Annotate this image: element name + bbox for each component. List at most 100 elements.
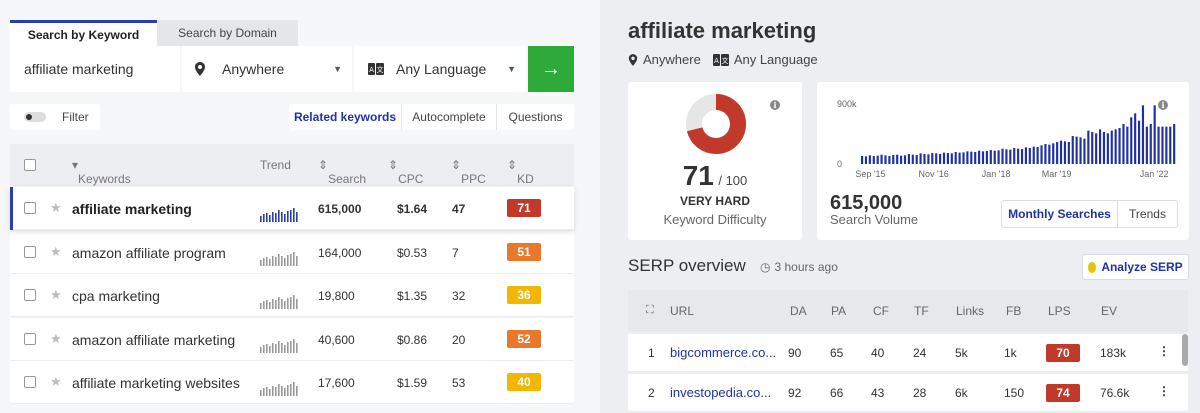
trend-bar	[266, 343, 268, 353]
volume-bar	[1161, 126, 1164, 164]
serp-url-link[interactable]: bigcommerce.co...	[670, 345, 776, 360]
keyword-search-input[interactable]: affiliate marketing	[10, 46, 180, 92]
serp-row[interactable]: 2 investopedia.co... 92 66 43 28 6k 150 74 76.6k ⋮	[628, 374, 1188, 412]
serp-pa: 65	[830, 346, 844, 360]
trend-bar	[272, 386, 274, 396]
table-row[interactable]: ★ affiliate marketing 615,000 $1.64 47 71	[10, 187, 574, 230]
trend-bar	[284, 344, 286, 353]
star-icon[interactable]: ★	[50, 331, 62, 347]
serp-ev: 183k	[1100, 346, 1127, 360]
serp-url-link[interactable]: investopedia.co...	[670, 385, 771, 400]
trend-bar	[293, 208, 295, 222]
language-value: Any Language	[396, 61, 487, 77]
column-kd[interactable]: ⇕ KD	[507, 158, 534, 186]
select-all-checkbox[interactable]	[24, 159, 36, 171]
column-keywords[interactable]: ▾ Keywords	[72, 158, 131, 186]
cpc-cell: $1.59	[397, 376, 428, 390]
analyze-serp-button[interactable]: Analyze SERP	[1082, 254, 1189, 280]
table-row[interactable]: ★ amazon affiliate marketing 40,600 $0.86 20…	[10, 317, 574, 361]
toggle-trends[interactable]: Trends	[1118, 201, 1177, 227]
volume-bar	[927, 154, 930, 164]
filter-toggle[interactable]: Filter	[10, 104, 100, 130]
serp-scrollbar[interactable]	[1182, 334, 1188, 366]
volume-bar	[939, 154, 942, 164]
kd-badge: 40	[507, 373, 541, 391]
trend-bar	[284, 257, 286, 266]
table-row[interactable]: ★ amazon affiliate program 164,000 $0.53 7 51	[10, 230, 574, 274]
search-submit-button[interactable]: →	[528, 46, 574, 92]
trend-bar	[296, 212, 298, 222]
trend-bar	[290, 340, 292, 353]
row-checkbox[interactable]	[24, 376, 36, 388]
expand-icon[interactable]: ⛶	[646, 304, 654, 317]
segment-autocomplete[interactable]: Autocomplete	[402, 104, 497, 130]
volume-label: Search Volume	[830, 212, 919, 227]
keyword-text[interactable]: affiliate marketing	[72, 201, 192, 217]
trend-bar	[263, 214, 265, 222]
trend-bar	[290, 297, 292, 309]
star-icon[interactable]: ★	[50, 244, 62, 260]
detail-location: Anywhere	[643, 52, 701, 67]
star-icon[interactable]: ★	[50, 374, 62, 390]
serp-row[interactable]: 1 bigcommerce.co... 90 65 40 24 5k 1k 70 183k ⋮	[628, 334, 1188, 372]
info-icon[interactable]: i	[770, 100, 780, 110]
volume-bar	[1130, 117, 1133, 164]
row-checkbox[interactable]	[24, 332, 36, 345]
row-checkbox[interactable]	[24, 202, 36, 214]
search-volume-chart: 900k 0 Sep '15 Nov '16 Jan '18 Mar '19 Jan '22	[837, 99, 1176, 179]
volume-bar	[1118, 128, 1121, 164]
toggle-monthly-searches[interactable]: Monthly Searches	[1002, 201, 1118, 227]
trend-bar	[290, 210, 292, 222]
column-da: DA	[790, 304, 807, 318]
toggle-switch[interactable]	[24, 112, 46, 122]
keyword-text[interactable]: affiliate marketing websites	[72, 375, 240, 391]
volume-bar	[915, 155, 918, 164]
volume-bar	[962, 152, 965, 164]
trend-bar	[263, 344, 265, 353]
volume-bar	[864, 156, 868, 164]
volume-bar	[1009, 149, 1012, 164]
volume-bar	[950, 153, 953, 164]
search-volume-cell: 615,000	[318, 202, 362, 216]
table-row[interactable]: ★ cpa marketing 19,800 $1.35 32 36	[10, 274, 574, 317]
keyword-search-panel: Search by Keyword Search by Domain affil…	[0, 0, 600, 413]
serp-rank: 1	[648, 346, 655, 360]
column-url: URL	[670, 304, 695, 318]
tab-search-by-domain[interactable]: Search by Domain	[157, 20, 298, 46]
row-checkbox[interactable]	[24, 245, 36, 258]
column-cpc[interactable]: ⇕ CPC	[388, 158, 423, 186]
tab-search-by-keyword[interactable]: Search by Keyword	[10, 20, 157, 46]
volume-bar	[1141, 105, 1145, 164]
location-select[interactable]: Anywhere ▼	[182, 46, 352, 92]
more-menu-icon[interactable]: ⋮	[1158, 344, 1170, 358]
trend-bar	[272, 212, 274, 222]
column-ppc[interactable]: ⇕ PPC	[451, 158, 486, 186]
trend-bar	[272, 255, 274, 266]
volume-bar	[942, 152, 946, 164]
volume-bar	[958, 152, 961, 164]
star-icon[interactable]: ★	[50, 287, 62, 303]
trend-bar	[263, 301, 265, 309]
difficulty-gauge	[686, 94, 746, 154]
table-row[interactable]: ★ affiliate marketing websites 17,600 $1.59…	[10, 361, 574, 404]
more-menu-icon[interactable]: ⋮	[1158, 384, 1170, 398]
column-search[interactable]: ⇕ Search	[318, 158, 366, 186]
volume-bar	[1024, 147, 1027, 164]
star-icon[interactable]: ★	[50, 200, 62, 216]
serp-table-header: ⛶ URL DA PA CF TF Links FB LPS EV	[628, 290, 1188, 332]
volume-bar	[931, 153, 934, 164]
keyword-text[interactable]: cpa marketing	[72, 288, 160, 304]
row-checkbox[interactable]	[24, 289, 36, 301]
segment-questions[interactable]: Questions	[497, 104, 574, 130]
difficulty-label: Keyword Difficulty	[663, 212, 767, 227]
keyword-text[interactable]: amazon affiliate marketing	[72, 332, 235, 348]
serp-updated: 3 hours ago	[774, 260, 838, 274]
language-select[interactable]: A文 Any Language ▼	[354, 46, 526, 92]
column-lps: LPS	[1048, 304, 1071, 318]
trend-bar	[293, 251, 295, 266]
segment-related-keywords[interactable]: Related keywords	[289, 104, 402, 130]
volume-bar	[1036, 147, 1039, 164]
volume-bar	[1056, 142, 1059, 164]
keyword-text[interactable]: amazon affiliate program	[72, 245, 226, 261]
y-tick-label: 0	[837, 159, 842, 169]
